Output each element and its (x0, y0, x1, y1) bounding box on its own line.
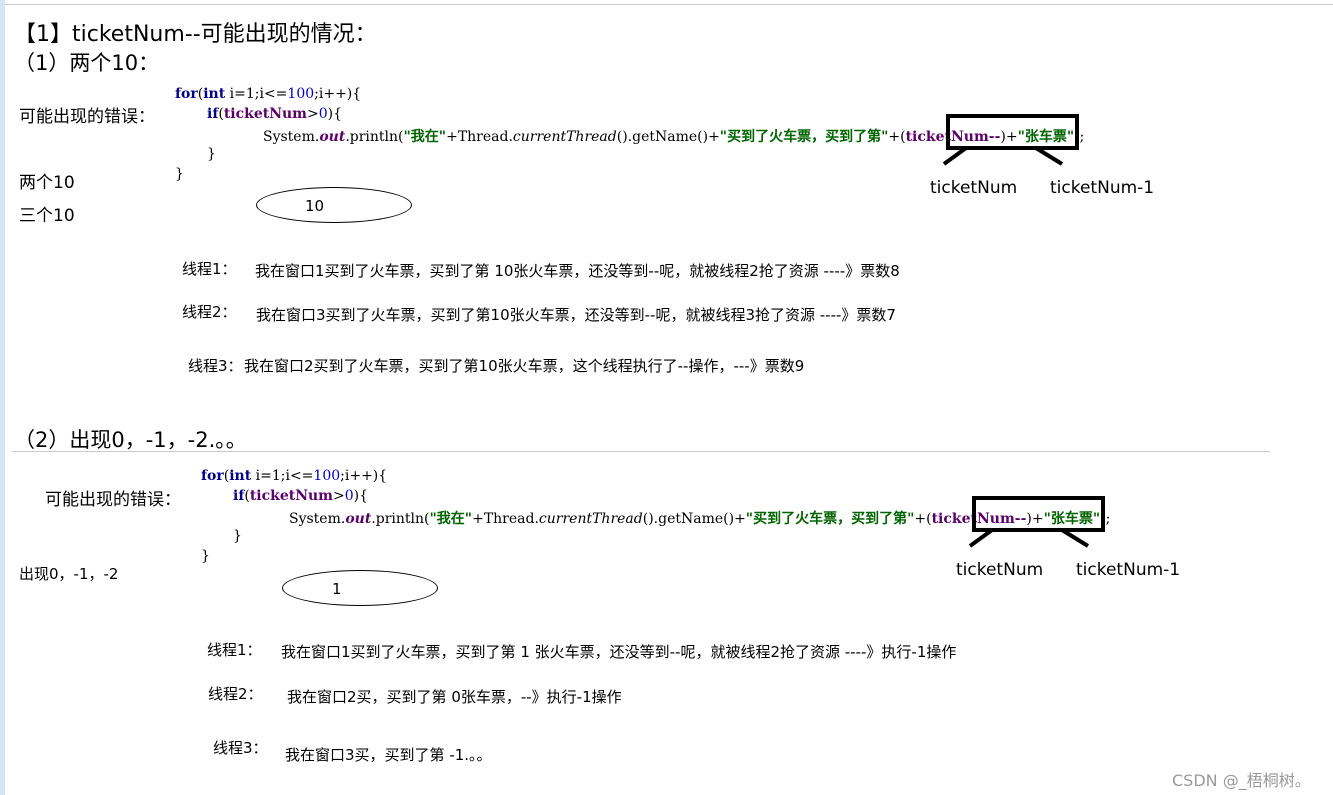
code-line-close-for: } (201, 548, 210, 564)
code-text: .println( (345, 129, 404, 145)
keyword: int (229, 468, 252, 484)
thread-1-name: 线程1： (207, 641, 262, 659)
watermark: CSDN @_梧桐树。 (1172, 771, 1311, 790)
thread-3-name: 线程3： (213, 739, 268, 757)
code-string: "买到了火车票，买到了第" (745, 511, 915, 527)
annotation-arrows (968, 528, 1090, 548)
code-number: 100 (313, 468, 341, 484)
code-line-close-if: } (233, 528, 242, 544)
thread-2-name: 线程2： (208, 685, 263, 703)
code-text: System. (263, 129, 320, 145)
code-line-if: if(ticketNum>0){ (207, 106, 342, 122)
keyword: int (203, 86, 226, 102)
code-method: currentThread (512, 129, 617, 145)
thread-1-name: 线程1： (182, 260, 237, 278)
keyword: if (207, 106, 219, 122)
code-string: "我在" (429, 511, 473, 527)
code-text: ().getName()+ (642, 511, 746, 527)
annotation-ticketnum: ticketNum (956, 560, 1044, 580)
code-text: ;i++){ (340, 468, 388, 484)
annotation-ticketnum-minus-1: ticketNum-1 (1050, 178, 1155, 198)
thread-2-text: 我在窗口3买到了火车票，买到了第10张火车票，还没等到--呢，就被线程3抢了资源… (256, 306, 896, 324)
code-text: > (307, 106, 319, 122)
thread-3-text: 我在窗口3买，买到了第 -1.。。 (285, 746, 492, 764)
code-text: .println( (371, 511, 430, 527)
code-text: ().getName()+ (616, 129, 720, 145)
code-line-if: if(ticketNum>0){ (233, 488, 368, 504)
keyword: if (233, 488, 245, 504)
annotation-arrows (942, 146, 1064, 166)
left-border (0, 0, 5, 795)
section-divider (12, 451, 1270, 452)
annotation-ticketnum: ticketNum (930, 178, 1018, 198)
code-text: > (333, 488, 345, 504)
thread-2-name: 线程2： (182, 303, 237, 321)
keyword: for (201, 468, 224, 484)
code-method: currentThread (538, 511, 643, 527)
thread-3-text: 我在窗口2买到了火车票，买到了第10张火车票，这个线程执行了--操作，---》票… (244, 357, 805, 375)
code-string: "买到了火车票，买到了第" (719, 129, 889, 145)
code-line-close-if: } (207, 146, 216, 162)
code-text: i=1;i<= (251, 468, 314, 484)
ellipse-value: 10 (305, 197, 325, 215)
top-rule (5, 4, 1333, 5)
section2-note: 出现0，-1，-2 (19, 565, 119, 583)
section1-note-1: 两个10 (19, 173, 75, 193)
value-ellipse (256, 187, 412, 223)
code-line-close-for: } (175, 166, 184, 182)
code-text: +Thread. (472, 511, 539, 527)
section1-heading: 【1】ticketNum--可能出现的情况： (14, 22, 377, 47)
value-ellipse (282, 570, 438, 606)
section2-error-label: 可能出现的错误： (45, 490, 181, 510)
annotation-ticketnum-minus-1: ticketNum-1 (1076, 560, 1181, 580)
code-text: ){ (353, 488, 369, 504)
code-line-for: for(int i=1;i<=100;i++){ (175, 86, 361, 102)
code-text: +( (888, 129, 906, 145)
code-variable: ticketNum (249, 488, 333, 504)
code-field: out (345, 511, 372, 527)
thread-1-text: 我在窗口1买到了火车票，买到了第 10张火车票，还没等到--呢，就被线程2抢了资… (255, 262, 900, 280)
code-text: System. (289, 511, 346, 527)
code-text: ;i++){ (314, 86, 362, 102)
thread-2-text: 我在窗口2买，买到了第 0张车票，--》执行-1操作 (287, 688, 622, 706)
code-number: 0 (344, 488, 354, 504)
thread-3-name: 线程3： (188, 357, 243, 375)
code-text: i=1;i<= (225, 86, 288, 102)
ellipse-value: 1 (332, 580, 342, 598)
code-number: 100 (287, 86, 315, 102)
code-string: "我在" (403, 129, 447, 145)
section1-subheading: （1）两个10： (14, 51, 160, 75)
code-variable: ticketNum (223, 106, 307, 122)
section1-error-label: 可能出现的错误： (19, 107, 155, 127)
code-text: +( (914, 511, 932, 527)
keyword: for (175, 86, 198, 102)
code-line-for: for(int i=1;i<=100;i++){ (201, 468, 387, 484)
code-text: +Thread. (446, 129, 513, 145)
thread-1-text: 我在窗口1买到了火车票，买到了第 1 张火车票，还没等到--呢，就被线程2抢了资… (281, 643, 957, 661)
code-number: 0 (318, 106, 328, 122)
code-text: ){ (327, 106, 343, 122)
section1-note-2: 三个10 (19, 206, 75, 226)
code-field: out (319, 129, 346, 145)
section2-subheading: （2）出现0，-1，-2.。。 (14, 428, 247, 452)
